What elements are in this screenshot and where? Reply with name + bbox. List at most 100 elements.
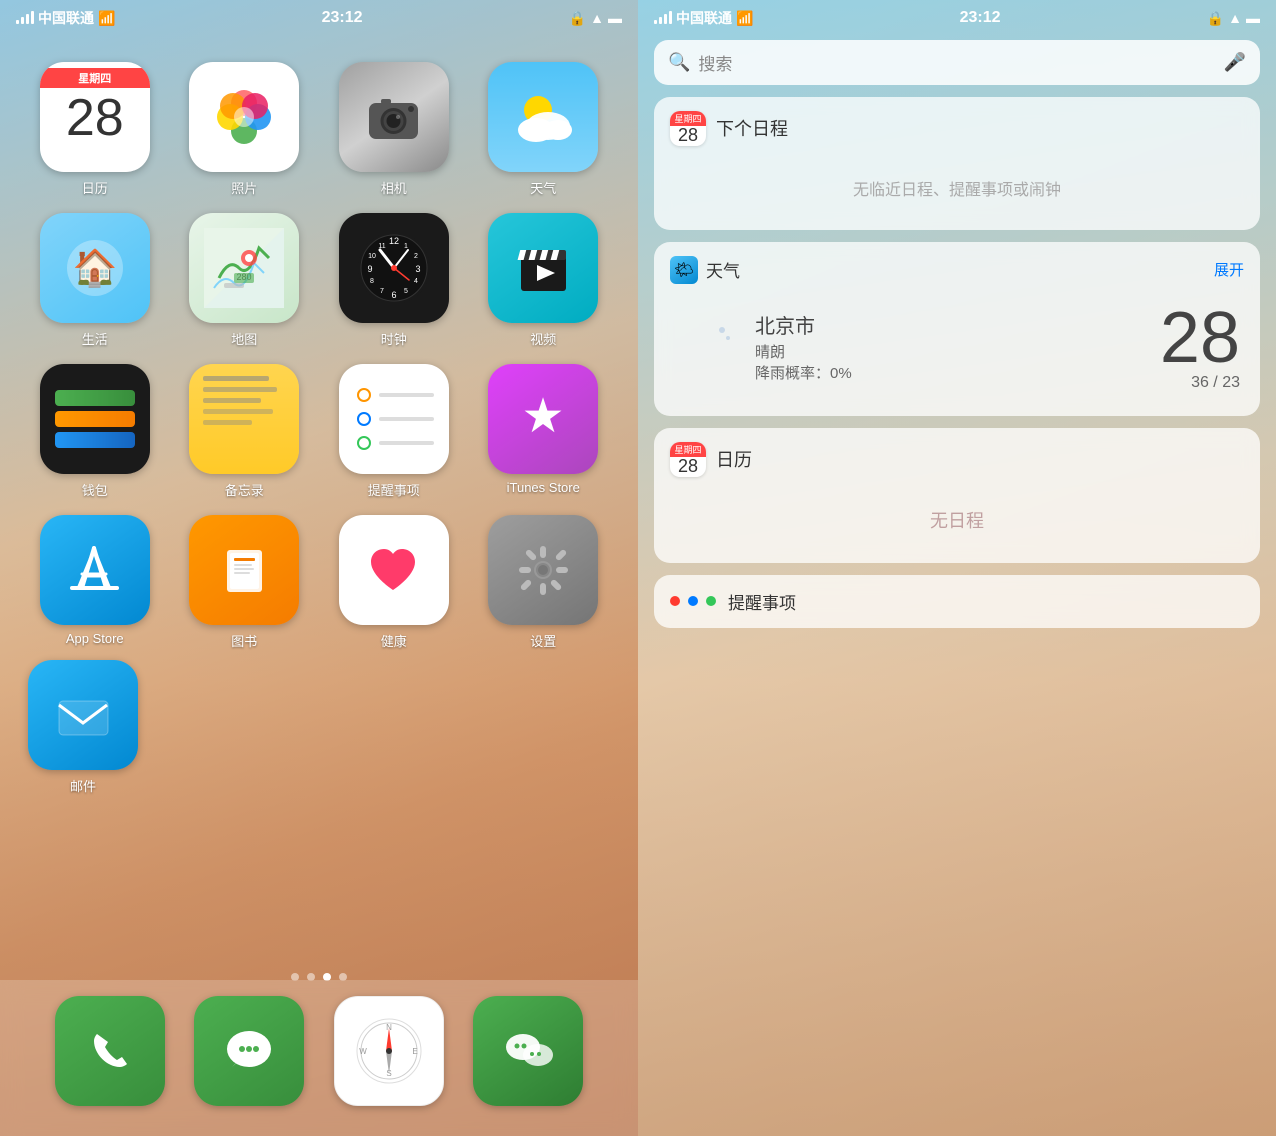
clock-icon: 12 3 6 9 1 2 4 5 7 8 10 11: [339, 213, 449, 323]
appstore-icon: A: [40, 515, 150, 625]
next-schedule-weekday: 星期四: [670, 111, 706, 126]
health-icon: [339, 515, 449, 625]
notes-label: 备忘录: [225, 480, 264, 499]
weather-city: 北京市: [755, 310, 1144, 339]
videos-label: 视频: [530, 329, 556, 348]
reminders-widget-title: 提醒事项: [728, 589, 796, 614]
app-videos[interactable]: 视频: [477, 213, 611, 348]
camera-icon: [339, 62, 449, 172]
app-clock[interactable]: 12 3 6 9 1 2 4 5 7 8 10 11: [327, 213, 461, 348]
svg-text:6: 6: [391, 290, 396, 300]
calendar-icon: 星期四 28: [40, 62, 150, 172]
calendar-date: 28: [66, 92, 124, 144]
svg-text:★: ★: [521, 390, 564, 443]
svg-text:5: 5: [404, 288, 408, 295]
app-mail[interactable]: 邮件: [28, 660, 138, 795]
mail-label: 邮件: [70, 776, 96, 795]
maps-icon: 280: [189, 213, 299, 323]
notes-icon: [189, 364, 299, 474]
weather-icon: [488, 62, 598, 172]
app-camera[interactable]: 相机: [327, 62, 461, 197]
left-status-left: 中国联通 📶: [16, 8, 115, 28]
calendar-widget-date: 28: [678, 457, 698, 477]
app-itunes[interactable]: ★ iTunes Store: [477, 364, 611, 499]
mic-icon[interactable]: 🎤: [1224, 52, 1246, 73]
right-time: 23:12: [960, 9, 1001, 27]
app-reminders[interactable]: 提醒事项: [327, 364, 461, 499]
itunes-label: iTunes Store: [507, 480, 580, 495]
app-life[interactable]: 🏠 生活: [28, 213, 162, 348]
left-status-right: 🔒 ▲ ▬: [569, 10, 622, 27]
weather-moon-icon: [674, 314, 739, 379]
weather-label: 天气: [530, 178, 556, 197]
widget-weather-header: 🌤 天气 展开: [654, 242, 1260, 292]
dock-phone[interactable]: [55, 996, 165, 1106]
dock-messages[interactable]: [194, 996, 304, 1106]
app-calendar[interactable]: 星期四 28 日历: [28, 62, 162, 197]
health-label: 健康: [381, 631, 407, 650]
dock-wechat[interactable]: [473, 996, 583, 1106]
signal-bars-icon: [16, 12, 34, 24]
app-settings[interactable]: 设置: [477, 515, 611, 650]
widget-weather-body: 北京市 晴朗 降雨概率：0% 28 36 / 23: [654, 292, 1260, 416]
settings-icon: [488, 515, 598, 625]
svg-text:10: 10: [368, 253, 376, 260]
calendar-widget-empty: 无日程: [654, 487, 1260, 563]
dock-safari[interactable]: N S E W: [334, 996, 444, 1106]
right-signal-bars-icon: [654, 12, 672, 24]
app-wallet[interactable]: 钱包: [28, 364, 162, 499]
search-placeholder: 搜索: [698, 50, 1215, 75]
next-schedule-badge: 星期四 28: [670, 111, 706, 146]
svg-text:8: 8: [370, 278, 374, 285]
left-status-bar: 中国联通 📶 23:12 🔒 ▲ ▬: [0, 0, 638, 32]
right-status-bar: 中国联通 📶 23:12 🔒 ▲ ▬: [638, 0, 1276, 32]
svg-text:🏠: 🏠: [72, 247, 117, 288]
app-books[interactable]: 图书: [178, 515, 312, 650]
search-bar[interactable]: 🔍 搜索 🎤: [654, 40, 1260, 85]
weather-temp-main: 28: [1160, 302, 1240, 374]
widgets-container: 星期四 28 下个日程 无临近日程、提醒事项或闹钟 🌤 天气 展开: [638, 97, 1276, 628]
widget-weather-title: 天气: [706, 257, 740, 282]
weather-temp: 28 36 / 23: [1160, 302, 1240, 392]
svg-text:1: 1: [404, 243, 408, 250]
right-lock-icon: 🔒: [1207, 10, 1224, 27]
reminders-dot-green-icon: [706, 596, 716, 606]
dock: N S E W: [0, 980, 638, 1136]
right-carrier: 中国联通: [676, 8, 732, 28]
books-icon: [189, 515, 299, 625]
widget-weather-left: 🌤 天气: [670, 256, 740, 284]
svg-text:E: E: [412, 1047, 417, 1056]
weather-widget-icon: 🌤: [670, 256, 698, 284]
left-panel: 中国联通 📶 23:12 🔒 ▲ ▬ 星期四 28 日历: [0, 0, 638, 1136]
app-photos[interactable]: 照片: [178, 62, 312, 197]
calendar-widget-title: 日历: [716, 446, 752, 472]
calendar-label: 日历: [82, 178, 108, 197]
wallet-label: 钱包: [82, 480, 108, 499]
app-notes[interactable]: 备忘录: [178, 364, 312, 499]
calendar-widget-badge: 星期四 28: [670, 442, 706, 477]
right-location-icon: ▲: [1228, 10, 1242, 26]
app-weather[interactable]: 天气: [477, 62, 611, 197]
widget-calendar: 星期四 28 日历 无日程: [654, 428, 1260, 563]
right-status-right: 🔒 ▲ ▬: [1207, 10, 1260, 27]
app-health[interactable]: 健康: [327, 515, 461, 650]
life-icon: 🏠: [40, 213, 150, 323]
app-maps[interactable]: 280 地图: [178, 213, 312, 348]
svg-text:9: 9: [367, 264, 372, 274]
weather-rain: 降雨概率：0%: [755, 362, 1144, 383]
reminders-icon: [339, 364, 449, 474]
time-left: 23:12: [322, 9, 363, 27]
app-appstore[interactable]: A App Store: [28, 515, 162, 650]
weather-expand-button[interactable]: 展开: [1214, 259, 1244, 280]
svg-text:2: 2: [414, 253, 418, 260]
calendar-widget-weekday: 星期四: [670, 442, 706, 457]
next-schedule-date: 28: [678, 126, 698, 146]
app-grid: 星期四 28 日历 照片: [0, 42, 638, 670]
reminders-label: 提醒事项: [368, 480, 420, 499]
weather-info: 北京市 晴朗 降雨概率：0%: [755, 310, 1144, 383]
reminders-dot-red-icon: [670, 596, 680, 606]
widget-reminders: 提醒事项: [654, 575, 1260, 628]
svg-text:3: 3: [415, 264, 420, 274]
itunes-icon: ★: [488, 364, 598, 474]
right-battery-icon: ▬: [1246, 10, 1260, 26]
